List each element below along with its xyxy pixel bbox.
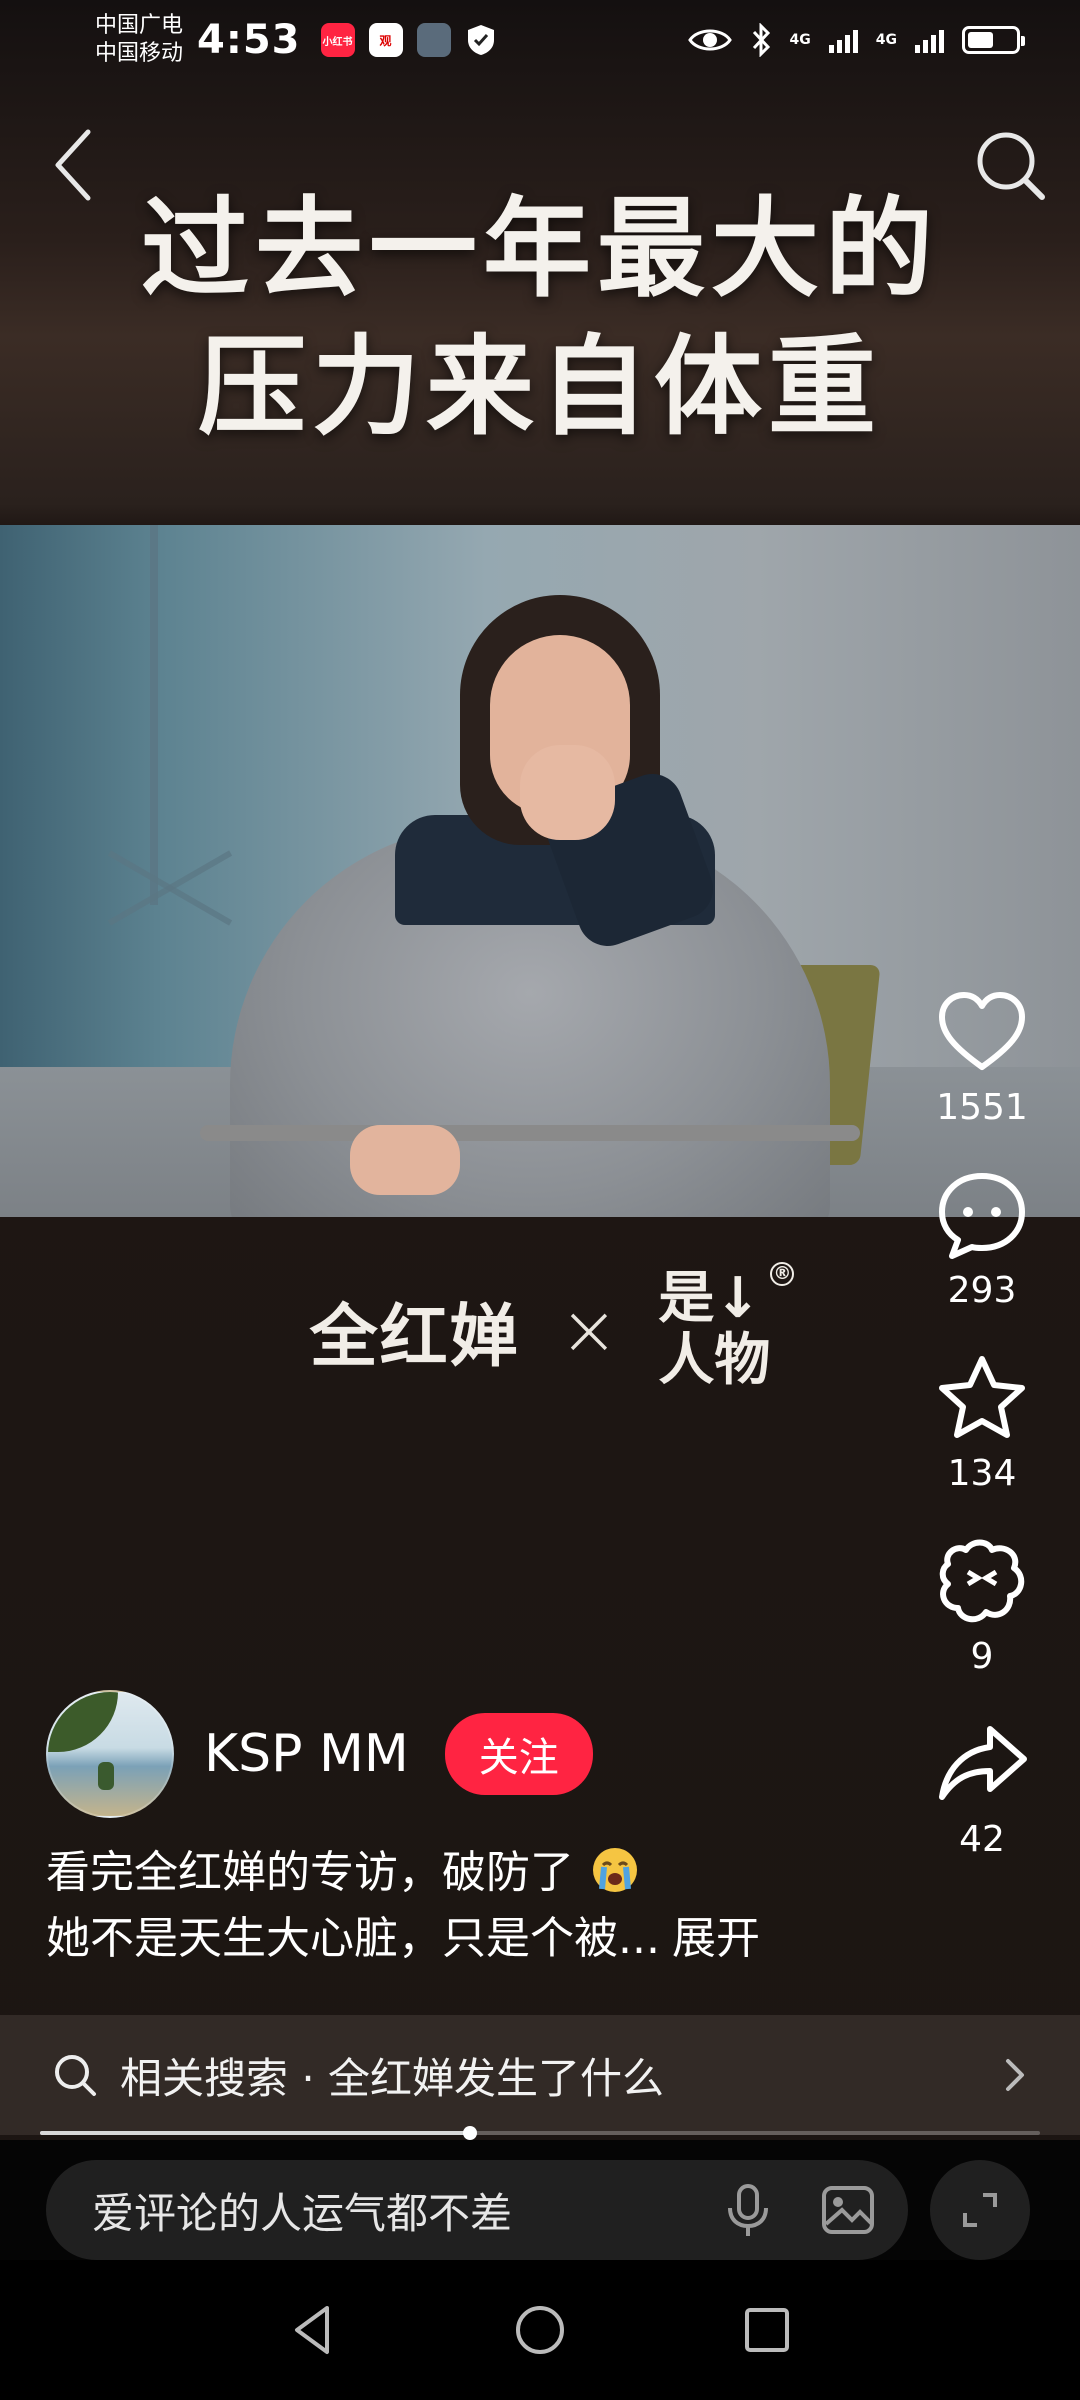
share-arrow-icon [939,1726,1027,1800]
brand-cross: × [559,1289,619,1371]
signal-icon-1 [828,27,858,53]
chair-armrest [200,1125,860,1141]
microphone-icon[interactable] [718,2180,778,2240]
video-title-caption: 过去一年最大的 压力来自体重 [0,180,1080,456]
battery-level [968,32,994,48]
carrier-2: 中国移动 [95,41,184,66]
clock: 4:53 [197,17,301,63]
comment-input[interactable]: 爱评论的人运气都不差 [46,2160,908,2260]
search-icon [55,2055,96,2096]
video-progress-fill [40,2131,470,2135]
chevron-left-icon [55,129,91,201]
eye-icon [687,29,732,51]
expand-link[interactable]: 展开 [672,1913,760,1964]
shield-check-icon [467,25,494,55]
back-button[interactable] [40,120,110,210]
author-name[interactable]: KSP MM [204,1724,409,1784]
system-nav-bar [0,2260,1080,2400]
title-line-2: 压力来自体重 [197,324,882,450]
nav-home-icon[interactable] [510,2300,570,2360]
funny-count: 9 [970,1636,994,1677]
collect-button[interactable]: 134 [934,1351,1030,1494]
avatar[interactable] [46,1690,174,1818]
post-description[interactable]: 看完全红婵的专访，破防了 她不是天生大心脏，只是个被... 展开 [46,1840,946,1972]
bluetooth-icon [752,23,770,57]
signal-icon-2 [915,27,944,53]
fullscreen-icon [963,2193,997,2227]
xiaohongshu-badge-label: 小红书 [322,36,353,48]
funny-reaction-button[interactable]: 9 [934,1534,1030,1677]
status-bar: 中国广电 中国移动 4:53 小红书 观 4G 4G [0,0,1080,80]
follow-button[interactable]: 关注 [444,1713,593,1795]
description-text-1: 看完全红婵的专访，破防了 [46,1847,574,1898]
fullscreen-button[interactable] [930,2160,1030,2260]
related-search-label: 相关搜索 · 全红婵发生了什么 [120,2053,665,2103]
nav-back-icon[interactable] [283,2300,343,2360]
battery-icon [962,26,1025,54]
description-text-2: 她不是天生大心脏，只是个被... [46,1913,660,1964]
like-button[interactable]: 1551 [934,985,1030,1128]
registered-mark: ® [770,1262,795,1286]
brand-logo-line-2: 人物 [658,1328,771,1393]
search-button[interactable] [970,125,1050,205]
like-count: 1551 [936,1087,1028,1128]
xiaohongshu-app-icon: 小红书 [320,23,355,57]
comment-placeholder: 爱评论的人运气都不差 [92,2188,513,2238]
brand-logo-line-1: 是↓ [658,1266,762,1331]
carrier-1: 中国广电 [95,13,184,38]
search-icon [977,132,1045,200]
brand-logo: 是↓ 人物 ® [658,1262,795,1393]
photo-notification-icon [416,23,451,57]
comment-bubble-icon [939,1173,1025,1259]
description-line-1: 看完全红婵的专访，破防了 [46,1840,946,1906]
status-right: 4G 4G [687,23,1025,57]
heart-icon [939,992,1025,1070]
funny-sticker-icon [939,1539,1025,1623]
network-type-2: 4G [875,32,897,48]
person-lap-hand [350,1125,460,1195]
description-line-2: 她不是天生大心脏，只是个被... 展开 [46,1906,946,1972]
brand-name: 全红婵 [309,1296,520,1377]
video-progress-knob[interactable] [463,2126,477,2140]
collect-count: 134 [947,1453,1017,1494]
video-progress-bar[interactable] [40,2126,1040,2140]
comment-count: 293 [947,1270,1017,1311]
star-icon [939,1356,1025,1438]
image-icon[interactable] [818,2180,878,2240]
light-stand [150,525,158,905]
carrier-info: 中国广电 中国移动 [95,12,183,68]
nav-recents-icon[interactable] [737,2300,797,2360]
avatar-tree [48,1692,118,1752]
share-count: 42 [959,1819,1005,1860]
related-search-bar[interactable]: 相关搜索 · 全红婵发生了什么 [0,2015,1080,2135]
author-info: KSP MM 关注 [46,1690,593,1818]
avatar-figure [98,1762,114,1790]
status-left: 中国广电 中国移动 4:53 小红书 观 [95,12,497,68]
news-app-icon: 观 [368,23,403,57]
chevron-right-icon [1006,2059,1024,2091]
action-column: 1551 293 134 9 42 [912,985,1052,1860]
comment-button[interactable]: 293 [934,1168,1030,1311]
video-screen: 中国广电 中国移动 4:53 小红书 观 4G 4G 过去一年最大的 压力来自体… [0,0,1080,2400]
title-line-1: 过去一年最大的 [140,186,939,312]
person-hand [520,745,615,840]
share-button[interactable]: 42 [934,1717,1030,1860]
crying-face-emoji-icon [593,1848,637,1892]
network-type-1: 4G [789,32,811,48]
